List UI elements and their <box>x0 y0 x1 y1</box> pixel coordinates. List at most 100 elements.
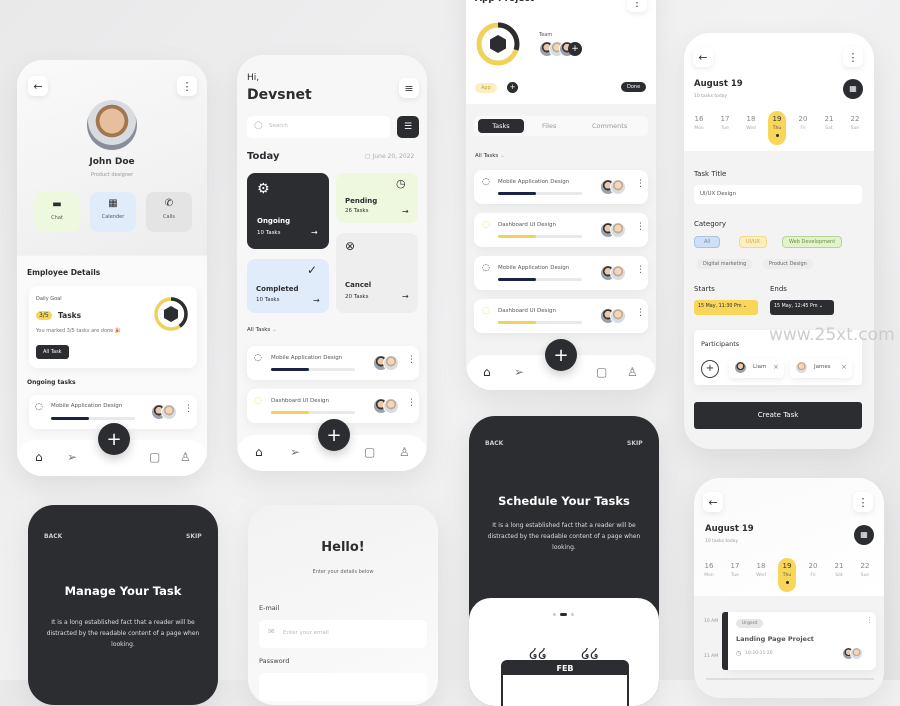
create-task-button[interactable]: Create Task <box>694 402 862 429</box>
email-input[interactable]: ✉ Enter your email <box>259 620 427 648</box>
add-member-button[interactable]: + <box>568 42 582 56</box>
day-item[interactable]: 17 Tue <box>716 115 734 131</box>
start-time-select[interactable]: 15 May, 11:30 Pm ⌄ <box>694 300 758 315</box>
task-more-icon[interactable]: ⋮ <box>636 179 645 189</box>
back-button[interactable]: ← <box>28 76 48 96</box>
day-item[interactable]: 16 Mon <box>700 562 718 578</box>
task-progress <box>271 411 355 414</box>
send-icon[interactable]: ➢ <box>67 450 77 464</box>
day-item[interactable]: 18 Wed <box>752 562 770 578</box>
remove-icon[interactable]: × <box>841 363 847 371</box>
menu-button[interactable]: ≡ <box>399 78 419 98</box>
task-title-input[interactable]: UI/UX Design <box>694 185 862 204</box>
arrow-left-icon: ← <box>33 79 43 93</box>
back-link[interactable]: BACK <box>44 533 62 540</box>
filter-button[interactable]: ☰ <box>397 116 419 138</box>
day-item[interactable]: 20 Fri <box>794 115 812 131</box>
notes-icon[interactable]: ▢ <box>596 365 607 379</box>
page-dot-active[interactable] <box>560 613 567 616</box>
completed-card[interactable]: ✓ Completed 10 Tasks → <box>247 259 329 313</box>
calendar-button[interactable]: ▦ <box>854 525 874 545</box>
add-tag-button[interactable]: + <box>507 82 518 93</box>
event-card[interactable]: Urgent Landing Page Project ◷ 10:20-11:2… <box>728 612 876 670</box>
more-button[interactable]: ⋮ <box>853 492 873 512</box>
all-tasks-filter[interactable]: All Tasks ⌄ <box>247 327 277 333</box>
day-item[interactable]: 22 Sun <box>846 115 864 131</box>
day-item[interactable]: 16 Mon <box>690 115 708 131</box>
category-chip-all[interactable]: All <box>694 236 721 248</box>
participant-avatar <box>734 361 747 374</box>
task-card[interactable]: ◌ Mobile Application Design ⋮ <box>247 346 419 380</box>
all-tasks-filter[interactable]: All Tasks ⌄ <box>475 153 505 159</box>
chevron-down-icon: ⌄ <box>500 153 505 159</box>
tab-tasks[interactable]: Tasks <box>478 119 524 133</box>
task-title: Dashboard UI Design <box>498 308 556 314</box>
notes-icon[interactable]: ▢ <box>149 450 160 464</box>
day-item[interactable]: 22 Sun <box>856 562 874 578</box>
tab-files[interactable]: Files <box>542 122 556 130</box>
task-card[interactable]: ◌ Mobile Application Design ⋮ <box>474 170 648 204</box>
day-item[interactable]: 18 Wed <box>742 115 760 131</box>
more-button[interactable]: ⋮ <box>627 0 647 12</box>
search-icon: ○ <box>254 120 263 131</box>
home-icon[interactable]: ⌂ <box>35 450 43 464</box>
calls-button[interactable]: ✆ Calls <box>146 192 192 232</box>
chat-button[interactable]: ▬ Chat <box>34 192 80 232</box>
user-icon[interactable]: ♙ <box>399 445 410 459</box>
task-more-icon[interactable]: ⋮ <box>407 355 416 365</box>
notes-icon[interactable]: ▢ <box>364 445 375 459</box>
remove-icon[interactable]: × <box>773 363 779 371</box>
tab-comments[interactable]: Comments <box>592 122 627 130</box>
back-button[interactable]: ← <box>693 47 713 67</box>
page-dot[interactable] <box>553 613 556 616</box>
more-button[interactable]: ⋮ <box>843 47 863 67</box>
send-icon[interactable]: ➢ <box>290 445 300 459</box>
send-icon[interactable]: ➢ <box>514 365 524 379</box>
search-input[interactable]: ○ Search <box>247 116 390 138</box>
task-card[interactable]: ◌ Dashboard UI Design ⋮ <box>474 213 648 247</box>
task-card[interactable]: ◌ Dashboard UI Design ⋮ <box>474 299 648 333</box>
user-icon[interactable]: ♙ <box>180 450 191 464</box>
add-participant-button[interactable]: + <box>701 360 719 378</box>
task-card[interactable]: ◌ Dashboard UI Design ⋮ <box>247 389 419 423</box>
task-more-icon[interactable]: ⋮ <box>636 265 645 275</box>
category-chip-uiux[interactable]: UI/UX <box>739 236 767 248</box>
day-selected[interactable]: 19 Thu <box>778 558 796 592</box>
add-button[interactable]: + <box>545 339 577 371</box>
task-more-icon[interactable]: ⋮ <box>636 308 645 318</box>
ongoing-card[interactable]: ⚙ Ongoing 10 Tasks → <box>247 173 329 249</box>
event-more-icon[interactable]: ⋮ <box>866 616 873 624</box>
home-icon[interactable]: ⌂ <box>483 365 491 379</box>
pending-card[interactable]: ◷ Pending 26 Tasks → <box>336 173 418 223</box>
more-button[interactable]: ⋮ <box>177 76 197 96</box>
add-button[interactable]: + <box>318 419 350 451</box>
back-link[interactable]: BACK <box>485 440 503 447</box>
task-card[interactable]: ◌ Mobile Application Design ⋮ <box>474 256 648 290</box>
page-dot[interactable] <box>571 613 574 616</box>
user-icon[interactable]: ♙ <box>627 365 638 379</box>
skip-link[interactable]: SKIP <box>186 533 202 540</box>
task-more-icon[interactable]: ⋮ <box>184 404 193 414</box>
back-button[interactable]: ← <box>703 492 723 512</box>
end-time-select[interactable]: 15 May, 12:45 Pm ⌄ <box>770 300 834 315</box>
day-selected[interactable]: 19 Thu <box>768 111 786 145</box>
category-chip-digital-marketing[interactable]: Digital marketing <box>697 259 753 269</box>
day-item[interactable]: 20 Fri <box>804 562 822 578</box>
category-chip-web-dev[interactable]: Web Development <box>782 236 843 248</box>
status-badge[interactable]: Done <box>621 82 647 92</box>
day-item[interactable]: 21 Sat <box>820 115 838 131</box>
day-item[interactable]: 21 Sat <box>830 562 848 578</box>
add-button[interactable]: + <box>98 423 130 455</box>
calendar-icon: ▢ <box>365 153 373 160</box>
skip-link[interactable]: SKIP <box>627 440 643 447</box>
home-icon[interactable]: ⌂ <box>255 445 263 459</box>
password-input[interactable] <box>259 673 427 701</box>
day-item[interactable]: 17 Tue <box>726 562 744 578</box>
all-task-button[interactable]: All Task <box>36 345 69 359</box>
task-more-icon[interactable]: ⋮ <box>636 222 645 232</box>
cancel-card[interactable]: ⊗ Cancel 20 Tasks → <box>336 233 418 313</box>
category-chip-product-design[interactable]: Product Design <box>763 259 813 269</box>
calendar-button[interactable]: ▦ <box>843 79 863 99</box>
calendar-button[interactable]: ▦ Calender <box>90 192 136 232</box>
task-more-icon[interactable]: ⋮ <box>407 398 416 408</box>
